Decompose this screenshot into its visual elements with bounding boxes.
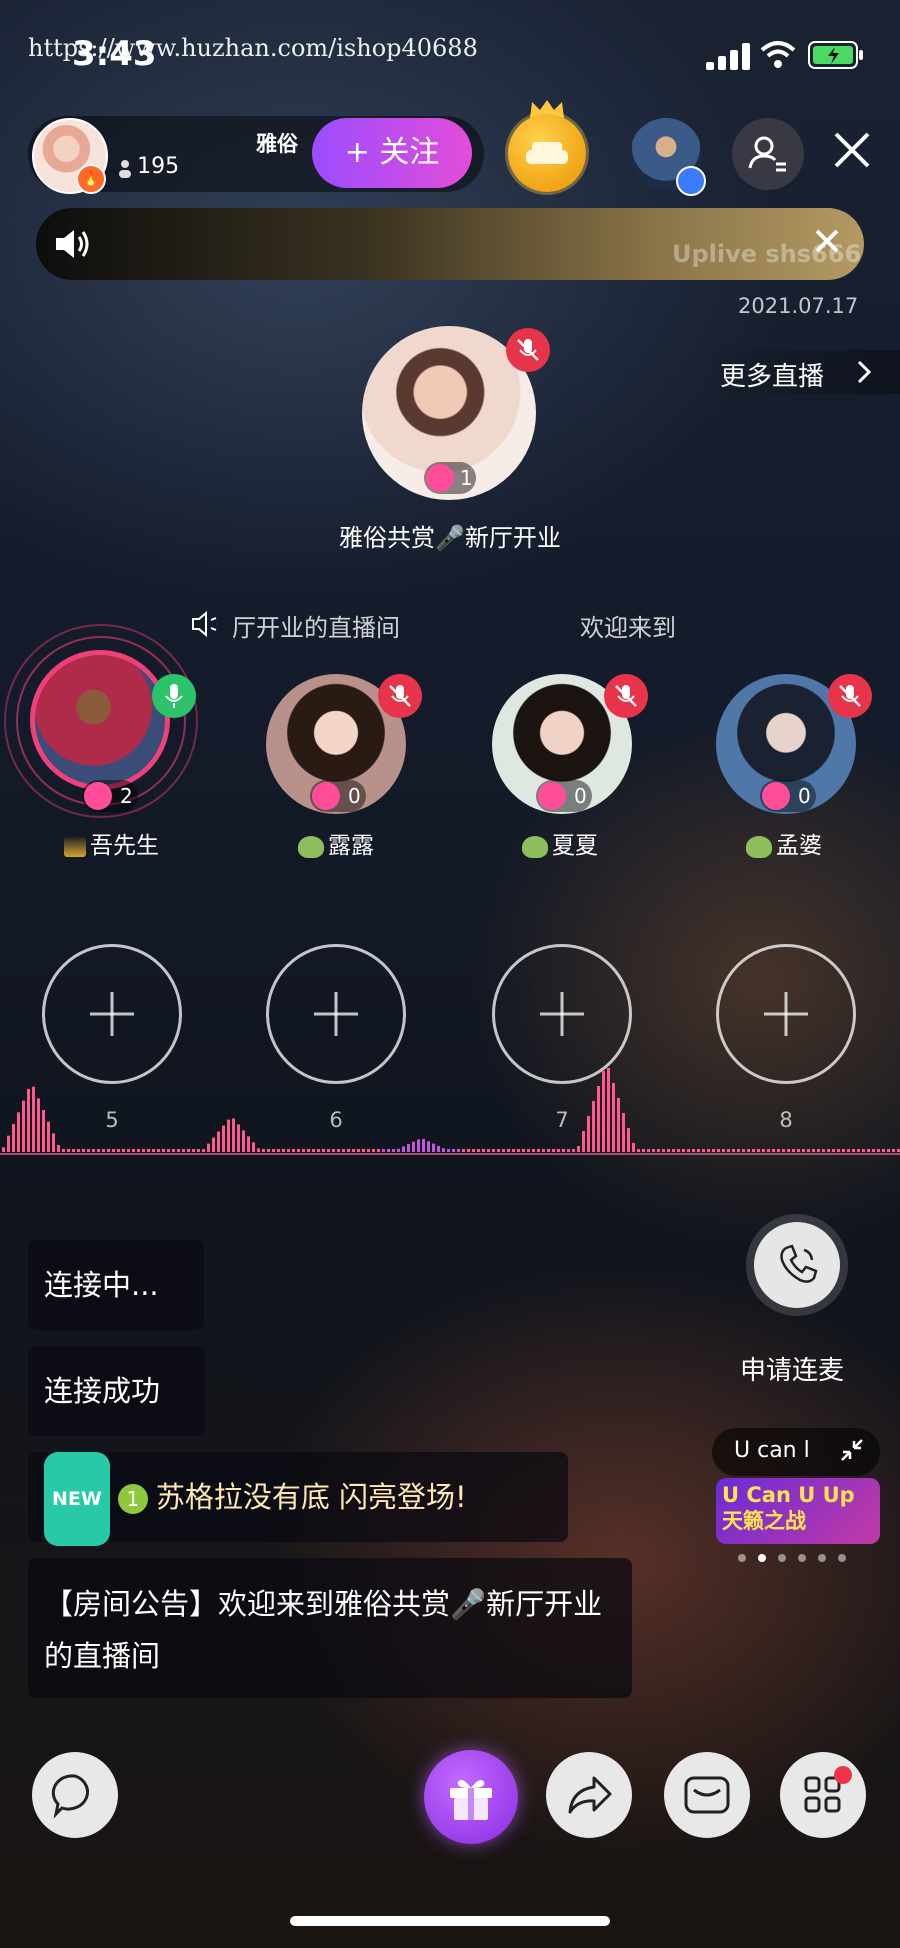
wifi-icon bbox=[760, 41, 796, 68]
sofa-seat-button[interactable] bbox=[508, 114, 586, 192]
star-icon bbox=[312, 782, 340, 810]
entrance-message: NEW 1 苏格拉没有底 闪亮登场! bbox=[28, 1452, 568, 1546]
gift-button[interactable] bbox=[424, 1750, 518, 1844]
grid-icon bbox=[804, 1776, 841, 1813]
mic-muted-icon bbox=[604, 674, 648, 718]
signal-icon bbox=[706, 42, 750, 70]
plant-badge-icon bbox=[746, 835, 772, 858]
share-arrow-icon bbox=[568, 1776, 612, 1814]
seat-name-3: 夏夏 bbox=[522, 826, 598, 860]
more-live-button[interactable]: 更多直播 bbox=[700, 350, 900, 394]
seat-star-badge: 2 bbox=[82, 780, 138, 812]
plant-badge-icon bbox=[522, 835, 548, 858]
viewer-count-group: 195 bbox=[118, 154, 179, 179]
seat-star-count: 2 bbox=[120, 784, 133, 808]
system-message-connecting: 连接中... bbox=[28, 1240, 204, 1330]
star-icon bbox=[762, 782, 790, 810]
more-apps-button[interactable] bbox=[780, 1752, 866, 1838]
chat-button[interactable] bbox=[32, 1752, 118, 1838]
star-icon bbox=[426, 464, 454, 492]
star-icon bbox=[538, 782, 566, 810]
viewer-count: 195 bbox=[137, 154, 180, 179]
guest-badge-icon bbox=[676, 166, 706, 196]
mail-icon bbox=[684, 1776, 730, 1814]
host-name: 雅俗 bbox=[256, 132, 298, 156]
mic-muted-icon bbox=[828, 674, 872, 718]
seat-star-count: 0 bbox=[574, 784, 587, 808]
watermark-url: https://www.huzhan.com/ishop40688 bbox=[28, 34, 478, 62]
fire-icon: 🔥 bbox=[76, 164, 106, 194]
announcement-message: 【房间公告】欢迎来到雅俗共赏🎤新厅开业的直播间 bbox=[28, 1558, 632, 1698]
promo-banner-text: U Can U Up 天籁之战 bbox=[722, 1483, 855, 1533]
share-button[interactable] bbox=[546, 1752, 632, 1838]
seat-name-4: 孟婆 bbox=[746, 826, 822, 860]
apply-mic-label: 申请连麦 bbox=[740, 1356, 845, 1386]
seat-star-badge: 0 bbox=[310, 780, 366, 812]
gift-icon bbox=[450, 1780, 492, 1820]
chat-bubble-icon bbox=[51, 1774, 89, 1819]
collapse-icon[interactable] bbox=[838, 1436, 866, 1464]
level-badge: 1 bbox=[117, 1484, 148, 1514]
marquee-text-2: 欢迎来到 bbox=[580, 614, 676, 642]
date-label: 2021.07.17 bbox=[738, 294, 859, 318]
person-icon bbox=[119, 159, 131, 178]
battery-icon bbox=[808, 41, 863, 69]
seat-avatar-1[interactable] bbox=[30, 650, 170, 790]
mic-muted-icon bbox=[506, 328, 550, 372]
chevron-right-icon bbox=[857, 360, 872, 384]
follow-button[interactable]: + 关注 bbox=[312, 118, 472, 188]
seat-star-badge: 0 bbox=[536, 780, 592, 812]
mic-muted-icon bbox=[378, 674, 422, 718]
owner-star-badge: 1 bbox=[424, 462, 476, 494]
star-icon bbox=[84, 782, 112, 810]
more-live-label: 更多直播 bbox=[720, 362, 825, 392]
seat-star-count: 0 bbox=[798, 784, 811, 808]
sofa-icon bbox=[526, 142, 568, 164]
user-list-button[interactable] bbox=[732, 118, 804, 190]
seat-name-2: 露露 bbox=[298, 826, 374, 860]
owner-star-count: 1 bbox=[460, 466, 473, 490]
announcement-speaker-icon bbox=[192, 610, 217, 638]
plant-badge-icon bbox=[298, 835, 324, 858]
marquee-text: 厅开业的直播间 bbox=[232, 614, 400, 642]
promo-text: U can l bbox=[734, 1438, 810, 1463]
seat-star-badge: 0 bbox=[760, 780, 816, 812]
phone-icon bbox=[780, 1244, 818, 1283]
speaker-icon bbox=[56, 230, 89, 258]
user-icon bbox=[748, 136, 786, 172]
system-message-connected: 连接成功 bbox=[28, 1346, 206, 1436]
notification-dot bbox=[834, 1766, 852, 1784]
room-title: 雅俗共赏🎤新厅开业 bbox=[339, 524, 561, 552]
notice-close-icon[interactable] bbox=[812, 226, 842, 256]
home-indicator bbox=[290, 1916, 610, 1926]
message-button[interactable] bbox=[664, 1752, 750, 1838]
promo-banner[interactable]: U Can U Up 天籁之战 bbox=[716, 1478, 880, 1544]
entrance-text: 苏格拉没有底 闪亮登场! bbox=[155, 1480, 467, 1514]
apply-mic-button[interactable] bbox=[754, 1222, 840, 1308]
crown-badge-icon bbox=[64, 836, 86, 857]
new-badge: NEW bbox=[44, 1452, 110, 1546]
seat-name-1: 吾先生 bbox=[64, 826, 159, 860]
close-icon[interactable] bbox=[832, 130, 872, 170]
audio-waveform bbox=[0, 1068, 900, 1155]
mic-on-icon bbox=[152, 674, 196, 718]
seat-star-count: 0 bbox=[348, 784, 361, 808]
